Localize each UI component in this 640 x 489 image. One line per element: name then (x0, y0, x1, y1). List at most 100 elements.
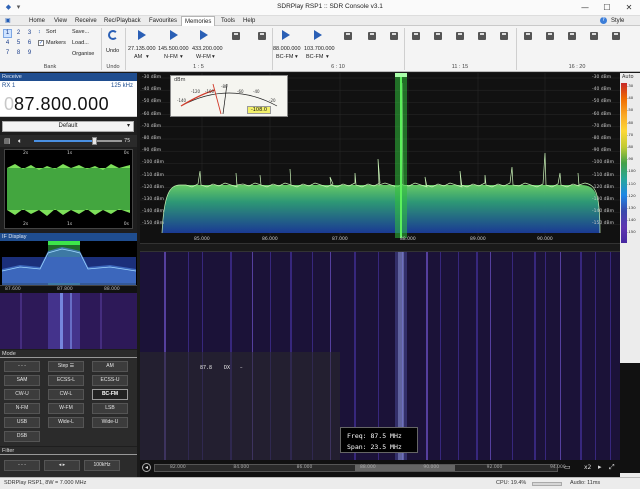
filter-header[interactable]: Filter (0, 447, 137, 455)
mode-button-wide-l[interactable]: Wide-L (48, 417, 84, 428)
preset-dropdown[interactable]: Default ▾ (2, 121, 134, 132)
bottom-freq-label: 88.000 (360, 465, 376, 470)
menu-receive[interactable]: Receive (72, 16, 100, 26)
menu-favourites[interactable]: Favourites (146, 16, 180, 26)
scroll-right-icon[interactable]: ▸ (598, 463, 602, 471)
mode-button-lsb[interactable]: LSB (92, 403, 128, 414)
spectrum-waterfall-splitter[interactable] (140, 243, 620, 252)
memory-15-save-icon[interactable] (500, 32, 508, 40)
menu-tools[interactable]: Tools (218, 16, 238, 26)
bank-3-button[interactable]: 3 (25, 29, 34, 38)
filter-adjust-button[interactable]: ◂ ▸ (44, 460, 80, 471)
mode-button-step[interactable]: Step ☰ (48, 361, 84, 372)
memory-5-save-icon[interactable] (258, 32, 266, 40)
save-button[interactable]: Save... (72, 29, 89, 35)
close-button[interactable]: ✕ (618, 1, 640, 14)
memory-3-mode[interactable]: W-FM (196, 54, 211, 60)
menu-rec-playback[interactable]: Rec/Playback (101, 16, 144, 26)
menu-help[interactable]: Help (240, 16, 258, 26)
scroll-left-icon[interactable]: ◂ (142, 463, 151, 472)
sort-button[interactable]: Sort (46, 29, 56, 35)
bank-5-button[interactable]: 5 (14, 39, 23, 48)
mode-button-am[interactable]: AM (92, 361, 128, 372)
help-icon[interactable]: ? (600, 17, 607, 24)
memory-1-mode[interactable]: AM (134, 54, 142, 60)
bank-8-button[interactable]: 8 (14, 49, 23, 58)
mode-button-cw-u[interactable]: CW-U (4, 389, 40, 400)
menu-view[interactable]: View (51, 16, 70, 26)
zoom-level[interactable]: x2 (584, 464, 591, 471)
memory-7-play-icon[interactable] (314, 30, 322, 40)
mode-header[interactable]: Mode (0, 350, 137, 358)
memory-4-save-icon[interactable] (232, 32, 240, 40)
waterfall-display[interactable]: 87.8 DX – Freq: 87.5 MHz Span: 23.5 MHz (140, 252, 620, 460)
memory-13-save-icon[interactable] (456, 32, 464, 40)
volume-slider-thumb[interactable] (92, 137, 97, 145)
bank-4-button[interactable]: 4 (3, 39, 12, 48)
quick-access-icon[interactable]: ▾ (14, 3, 23, 12)
menu-home[interactable]: Home (26, 16, 48, 26)
screenshot-icon[interactable]: ▭ (564, 463, 571, 471)
memory-9-save-icon[interactable] (368, 32, 376, 40)
undo-icon[interactable] (108, 30, 118, 40)
mode-button-[interactable]: - - - (4, 361, 40, 372)
memory-16-save-icon[interactable] (524, 32, 532, 40)
bank-1-button[interactable]: 1 (3, 29, 12, 38)
memory-17-save-icon[interactable] (546, 32, 554, 40)
mode-button-n-fm[interactable]: N-FM (4, 403, 40, 414)
memory-8-save-icon[interactable] (344, 32, 352, 40)
settings-icon[interactable]: ▤ (4, 137, 11, 145)
memory-6-mode[interactable]: BC-FM (276, 54, 293, 60)
expand-icon[interactable]: ⤢ (609, 463, 615, 472)
if-display-header[interactable]: IF Display (0, 233, 137, 241)
menu-memories[interactable]: Memories (181, 16, 216, 26)
bank-6-button[interactable]: 6 (25, 39, 34, 48)
load-button[interactable]: Load... (72, 40, 89, 46)
memory-12-save-icon[interactable] (434, 32, 442, 40)
auto-scale-button[interactable]: Auto (622, 74, 634, 80)
mode-button-bc-fm[interactable]: BC-FM (92, 389, 128, 400)
frequency-display[interactable]: 87.800.000 (14, 94, 109, 115)
organise-button[interactable]: Organise (72, 51, 94, 57)
dbm-label: -130 dBm (142, 197, 164, 202)
memory-19-save-icon[interactable] (590, 32, 598, 40)
if-spectrum[interactable]: 87.600 87.800 88.000 (0, 241, 137, 293)
mode-button-ecss-l[interactable]: ECSS-L (48, 375, 84, 386)
memory-2-play-icon[interactable] (170, 30, 178, 40)
memory-7-mode[interactable]: BC-FM (306, 54, 323, 60)
if-waterfall[interactable] (0, 293, 137, 349)
app-menu-icon[interactable]: ▣ (2, 16, 14, 26)
memory-1-play-icon[interactable] (138, 30, 146, 40)
memory-6-play-icon[interactable] (282, 30, 290, 40)
receive-header[interactable]: Receive (0, 73, 137, 81)
filter-none-button[interactable]: - - - (4, 460, 40, 471)
memory-14-save-icon[interactable] (478, 32, 486, 40)
memory-2-mode[interactable]: N-FM (164, 54, 178, 60)
memory-3-play-icon[interactable] (200, 30, 208, 40)
meter-scale-label: -100 (205, 89, 215, 94)
bank-7-button[interactable]: 7 (3, 49, 12, 58)
mode-button-ecss-u[interactable]: ECSS-U (92, 375, 128, 386)
memory-20-save-icon[interactable] (612, 32, 620, 40)
style-menu[interactable]: Style (608, 16, 627, 26)
mode-button-dsb[interactable]: DSB (4, 431, 40, 442)
color-scale-label: -50 (627, 107, 634, 113)
bank-9-button[interactable]: 9 (25, 49, 34, 58)
undo-button[interactable]: Undo (106, 48, 119, 54)
maximize-button[interactable]: ☐ (596, 1, 618, 14)
minimize-button[interactable]: — (574, 1, 596, 14)
memory-7-freq: 103.700.000 (304, 46, 335, 52)
mode-button-w-fm[interactable]: W-FM (48, 403, 84, 414)
filter-100khz-button[interactable]: 100kHz (84, 460, 120, 471)
markers-checkbox[interactable]: ✓ (38, 40, 44, 46)
speaker-icon[interactable]: 🔈︎ (18, 137, 22, 146)
memory-10-save-icon[interactable] (390, 32, 398, 40)
mode-button-wide-u[interactable]: Wide-U (92, 417, 128, 428)
bank-2-button[interactable]: 2 (14, 29, 23, 38)
memory-11-save-icon[interactable] (412, 32, 420, 40)
memory-18-save-icon[interactable] (568, 32, 576, 40)
mode-button-usb[interactable]: USB (4, 417, 40, 428)
mode-button-sam[interactable]: SAM (4, 375, 40, 386)
mode-button-cw-l[interactable]: CW-L (48, 389, 84, 400)
spectrum-display[interactable]: -30 dBm -40 dBm -50 dBm -60 dBm -70 dBm -80 d… (140, 73, 620, 243)
